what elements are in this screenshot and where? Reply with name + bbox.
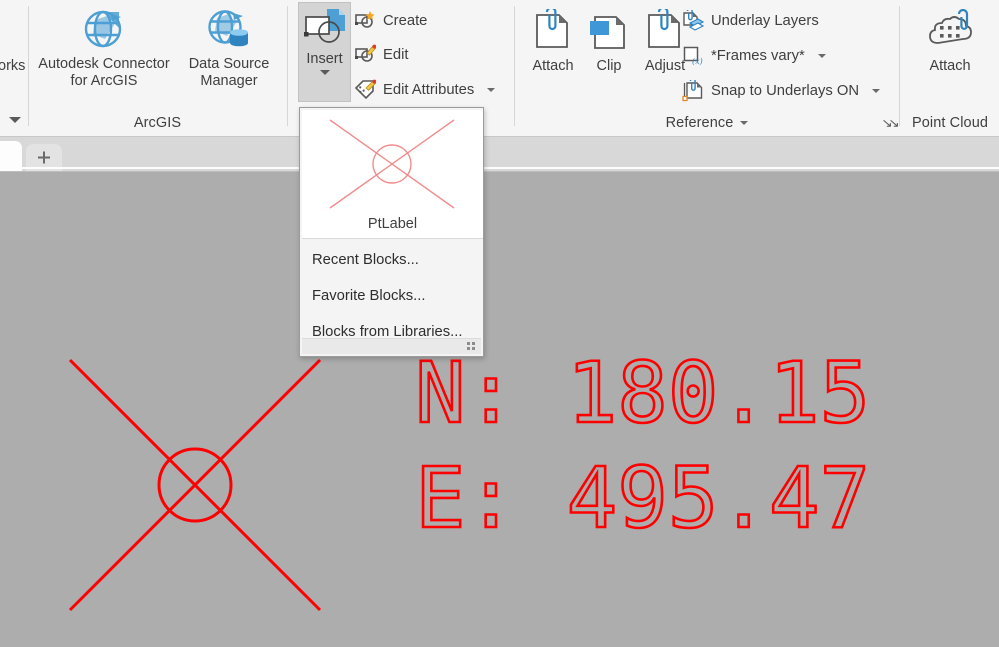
create-block-button[interactable]: Create [354,8,427,34]
button-label-line1: Data Source [189,56,270,73]
panel-label-point-cloud: Point Cloud [901,108,999,137]
data-source-manager-button[interactable]: Data Source Manager [179,4,279,90]
point-cloud-attach-label: Attach [929,58,970,75]
insert-button-label: Insert [306,51,342,68]
clip-reference-icon [585,6,633,58]
dropdown-footer [302,338,481,354]
ribbon-panel-arcgis: Autodesk Connector for ArcGIS [29,0,286,137]
point-cloud-attach-icon [925,6,975,58]
chevron-down-icon[interactable] [320,70,330,75]
frames-vary-label: *Frames vary* [711,48,805,64]
point-cloud-attach-button[interactable]: Attach [915,6,985,75]
ribbon-panel-reference: Attach Clip [516,0,898,137]
insert-block-icon [302,5,348,51]
autodesk-connector-for-arcgis-button[interactable]: Autodesk Connector for ArcGIS [34,4,174,90]
northing-label: N: 180.15 [415,357,870,442]
frames-vary-icon: (x) [682,45,704,67]
edit-attributes-label: Edit Attributes [383,82,474,98]
panel-divider [287,6,288,126]
edit-attributes-icon [354,79,376,101]
insert-button[interactable]: Insert [298,2,351,102]
create-block-label: Create [383,13,427,29]
globe-icon [81,4,127,56]
underlay-layers-label: Underlay Layers [711,13,819,29]
block-preview-label: PtLabel [302,216,483,232]
point-label-block-icon [322,114,462,214]
edit-block-label: Edit [383,47,409,63]
plus-icon [36,150,52,166]
panel-divider [514,6,515,126]
easting-label: E: 495.47 [415,449,870,547]
chevron-down-icon[interactable] [740,121,748,125]
snap-to-underlays-label: Snap to Underlays ON [711,83,859,99]
autocad-window: orks [0,0,999,647]
ribbon-panel-point-cloud: Attach Point Cloud ↘ [901,0,999,137]
clip-reference-label: Clip [597,58,622,75]
globe-database-icon [205,4,253,56]
button-label-line2: for ArcGIS [71,73,138,90]
chevron-down-icon[interactable] [872,89,880,93]
edit-block-button[interactable]: Edit [354,42,409,68]
file-tab-bar [0,137,999,172]
edit-attributes-button[interactable]: Edit Attributes [354,77,495,103]
drawing-canvas[interactable]: N: 180.15 E: 495.47 [0,172,999,647]
adjust-reference-label: Adjust [645,58,685,75]
panel-label-reference: Reference [516,108,898,137]
underlay-layers-icon [682,10,704,32]
snap-to-underlays-icon [682,80,704,102]
attach-reference-icon [529,6,577,58]
frames-vary-button[interactable]: (x) *Frames vary* [682,43,826,69]
panel-truncated-label: orks [0,58,25,74]
menu-item-favorite-blocks[interactable]: Favorite Blocks... [302,280,483,311]
snap-to-underlays-button[interactable]: Snap to Underlays ON [682,78,880,104]
block-create-icon [354,10,376,32]
attach-reference-button[interactable]: Attach [522,6,584,75]
menu-item-label: Favorite Blocks... [312,288,425,304]
resize-grip-icon[interactable] [467,342,476,351]
panel-label-arcgis: ArcGIS [29,108,286,137]
insert-blocks-dropdown: PtLabel Recent Blocks... Favorite Blocks… [299,107,484,357]
panel-overflow-caret-icon[interactable] [9,115,21,123]
menu-item-recent-blocks[interactable]: Recent Blocks... [302,244,483,275]
menu-item-label: Recent Blocks... [312,252,419,268]
point-label-text[interactable]: N: 180.15 E: 495.47 [415,357,960,572]
button-label-line1: Autodesk Connector [38,56,169,73]
button-label-line2: Manager [200,73,257,90]
clip-reference-button[interactable]: Clip [584,6,634,75]
svg-text:(x): (x) [692,57,703,66]
panel-divider [899,6,900,126]
chevron-down-icon[interactable] [487,88,495,92]
chevron-down-icon[interactable] [818,54,826,58]
attach-reference-label: Attach [532,58,573,75]
ribbon-panel-geographic: orks [0,0,28,137]
survey-point-marker[interactable] [55,345,345,635]
ribbon: orks [0,0,999,137]
block-edit-icon [354,44,376,66]
underlay-layers-button[interactable]: Underlay Layers [682,8,819,34]
block-preview-tile[interactable]: PtLabel [302,110,483,239]
panel-expand-arrow-point-cloud[interactable]: ↘ [888,116,900,130]
